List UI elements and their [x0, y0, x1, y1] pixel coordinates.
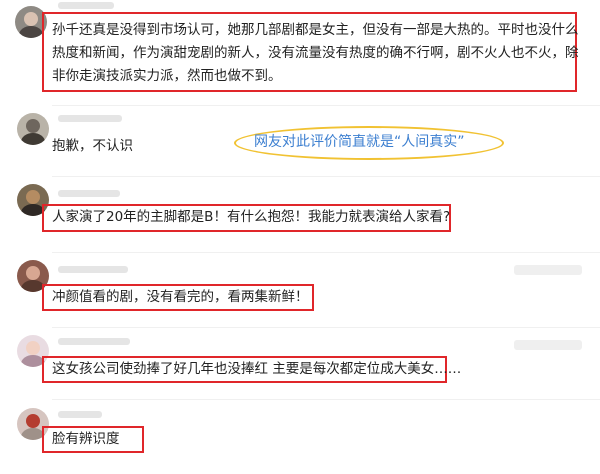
avatar-face: [26, 341, 40, 355]
comment-text-line-1: 抱歉，不认识: [52, 138, 133, 154]
username-placeholder: [58, 115, 122, 122]
avatar-face: [26, 190, 40, 204]
comment-text-line-3: 非你走演技派实力派，然而也做不到。: [52, 68, 282, 84]
comment-text-line-1: 这女孩公司使劲捧了好几年也没捧红 主要是每次都定位成大美女……: [52, 361, 462, 377]
avatar[interactable]: [17, 113, 49, 145]
username-placeholder: [58, 266, 128, 273]
avatar-face: [26, 119, 40, 133]
comment-meta-placeholder: [514, 265, 582, 275]
comment-item: 这女孩公司使劲捧了好几年也没捧红 主要是每次都定位成大美女……: [0, 327, 600, 399]
avatar-face: [24, 12, 38, 26]
comment-item: 冲颜值看的剧，没有看完的，看两集新鲜！: [0, 252, 600, 328]
comment-text-line-1: 孙千还真是没得到市场认可，她那几部剧都是女主，但没有一部是大热的。平时也没什么: [52, 22, 579, 38]
comment-text-line-1: 冲颜值看的剧，没有看完的，看两集新鲜！: [52, 289, 309, 305]
comment-item: 孙千还真是没得到市场认可，她那几部剧都是女主，但没有一部是大热的。平时也没什么 …: [0, 0, 600, 105]
username-placeholder: [58, 190, 120, 197]
comment-meta-placeholder: [514, 340, 582, 350]
username-placeholder: [58, 338, 130, 345]
comment-item: 人家演了20年的主脚都是B！有什么抱怨！我能力就表演给人家看?: [0, 176, 600, 246]
avatar-body: [19, 26, 43, 38]
username-placeholder: [58, 411, 102, 418]
comment-text-line-1: 脸有辨识度: [52, 431, 120, 447]
comment-item: 脸有辨识度: [0, 399, 600, 474]
comment-text-line-1: 人家演了20年的主脚都是B！有什么抱怨！我能力就表演给人家看?: [52, 209, 451, 225]
avatar-face: [26, 266, 40, 280]
avatar-body: [21, 133, 45, 145]
avatar-face: [26, 414, 40, 428]
annotation-text: 网友对此评价简直就是“人间真实”: [254, 134, 465, 150]
username-placeholder: [58, 2, 114, 9]
comment-text-line-2: 热度和新闻，作为演甜宠剧的新人，没有流量没有热度的确不行啊，剧不火人也不火，除: [52, 45, 579, 61]
